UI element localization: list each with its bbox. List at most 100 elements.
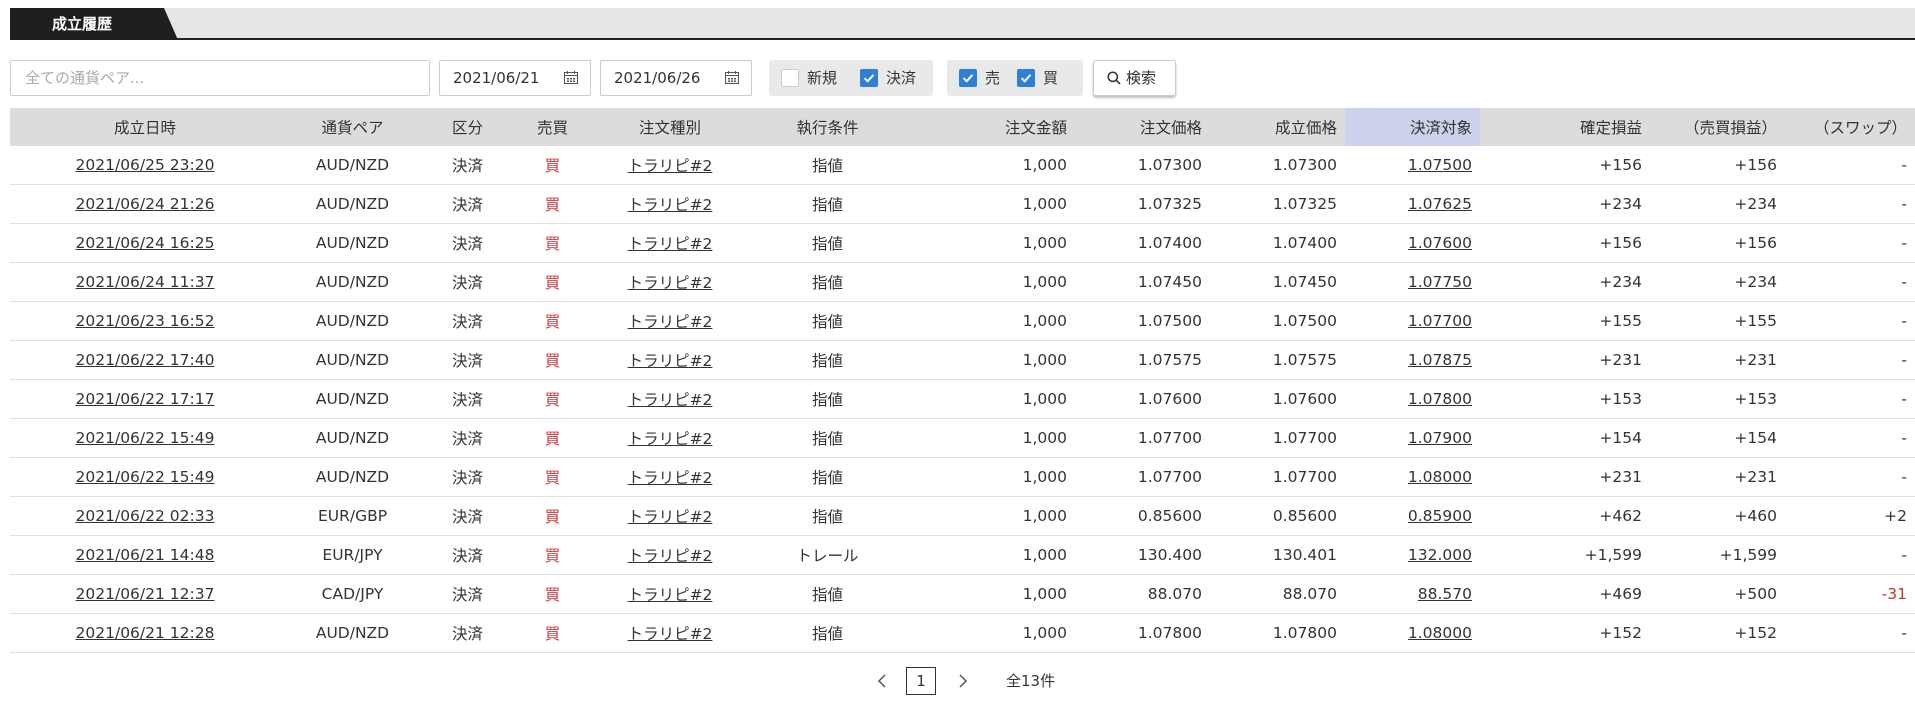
- pagination: 1 全13件: [0, 667, 1915, 697]
- swap: -: [1785, 535, 1915, 575]
- side: 買: [510, 301, 595, 341]
- col-header-order-price[interactable]: 注文価格: [1075, 108, 1210, 146]
- order-type-link[interactable]: トラリピ#2: [595, 262, 745, 302]
- executed-price: 1.07500: [1210, 301, 1345, 341]
- order-type-link[interactable]: トラリピ#2: [595, 418, 745, 458]
- new-label[interactable]: 新規: [807, 60, 837, 96]
- col-header-executed-at[interactable]: 成立日時: [10, 108, 280, 146]
- currency-pair: AUD/NZD: [280, 379, 425, 419]
- col-header-executed-price[interactable]: 成立価格: [1210, 108, 1345, 146]
- executed-at-link[interactable]: 2021/06/21 14:48: [10, 535, 280, 575]
- settlement-target-link[interactable]: 132.000: [1345, 535, 1480, 575]
- currency-pair: AUD/NZD: [280, 223, 425, 263]
- chevron-right-icon[interactable]: [955, 671, 971, 691]
- currency-pair: AUD/NZD: [280, 457, 425, 497]
- trading-pl: +231: [1650, 457, 1785, 497]
- order-amount: 1,000: [910, 574, 1075, 614]
- col-header-side[interactable]: 売買: [510, 108, 595, 146]
- new-checkbox[interactable]: [781, 69, 799, 87]
- order-type-link[interactable]: トラリピ#2: [595, 223, 745, 263]
- search-icon: [1107, 71, 1121, 85]
- order-type-filter: 新規 決済: [769, 60, 933, 96]
- settlement-target-link[interactable]: 1.07750: [1345, 262, 1480, 302]
- table-row: 2021/06/24 16:25 AUD/NZD 決済買トラリピ#2 指値 1,000 1…: [10, 223, 1915, 263]
- calendar-icon[interactable]: [725, 71, 739, 84]
- executed-at-link[interactable]: 2021/06/22 15:49: [10, 418, 280, 458]
- executed-at-link[interactable]: 2021/06/22 15:49: [10, 457, 280, 497]
- date-to-field[interactable]: 2021/06/26: [600, 60, 752, 96]
- search-button[interactable]: 検索: [1093, 60, 1176, 96]
- settlement-target-link[interactable]: 1.07700: [1345, 301, 1480, 341]
- settlement-target-link[interactable]: 1.07900: [1345, 418, 1480, 458]
- calendar-icon[interactable]: [564, 71, 578, 84]
- chevron-left-icon[interactable]: [874, 671, 890, 691]
- category: 決済: [425, 574, 510, 614]
- buy-label[interactable]: 買: [1043, 60, 1058, 96]
- executed-at-link[interactable]: 2021/06/25 23:20: [10, 146, 280, 185]
- col-header-settlement-target[interactable]: 決済対象: [1345, 108, 1480, 146]
- order-type-link[interactable]: トラリピ#2: [595, 340, 745, 380]
- col-header-swap[interactable]: （スワップ）: [1785, 108, 1915, 146]
- category: 決済: [425, 223, 510, 263]
- executed-at-link[interactable]: 2021/06/24 16:25: [10, 223, 280, 263]
- order-type-link[interactable]: トラリピ#2: [595, 379, 745, 419]
- close-checkbox[interactable]: [860, 69, 878, 87]
- order-type-link[interactable]: トラリピ#2: [595, 301, 745, 341]
- settlement-target-link[interactable]: 88.570: [1345, 574, 1480, 614]
- settlement-target-link[interactable]: 1.07800: [1345, 379, 1480, 419]
- executed-at-link[interactable]: 2021/06/22 17:40: [10, 340, 280, 380]
- category: 決済: [425, 613, 510, 653]
- order-type-link[interactable]: トラリピ#2: [595, 613, 745, 653]
- sell-checkbox[interactable]: [959, 69, 977, 87]
- buy-checkbox[interactable]: [1017, 69, 1035, 87]
- date-from-field[interactable]: 2021/06/21: [439, 60, 591, 96]
- executed-at-link[interactable]: 2021/06/23 16:52: [10, 301, 280, 341]
- table-row: 2021/06/24 21:26 AUD/NZD 決済買トラリピ#2 指値 1,000 1…: [10, 184, 1915, 224]
- settlement-target-link[interactable]: 1.07500: [1345, 146, 1480, 185]
- order-type-link[interactable]: トラリピ#2: [595, 457, 745, 497]
- col-header-category[interactable]: 区分: [425, 108, 510, 146]
- order-type-link[interactable]: トラリピ#2: [595, 535, 745, 575]
- order-type-link[interactable]: トラリピ#2: [595, 184, 745, 224]
- order-price: 1.07450: [1075, 262, 1210, 302]
- settlement-target-link[interactable]: 1.07875: [1345, 340, 1480, 380]
- executed-at-link[interactable]: 2021/06/22 17:17: [10, 379, 280, 419]
- executed-at-link[interactable]: 2021/06/22 02:33: [10, 496, 280, 536]
- currency-pair: AUD/NZD: [280, 340, 425, 380]
- order-type-link[interactable]: トラリピ#2: [595, 146, 745, 185]
- col-header-realized-pl[interactable]: 確定損益: [1480, 108, 1650, 146]
- col-header-order-type[interactable]: 注文種別: [595, 108, 745, 146]
- side: 買: [510, 379, 595, 419]
- order-amount: 1,000: [910, 223, 1075, 263]
- order-amount: 1,000: [910, 379, 1075, 419]
- settlement-target-link[interactable]: 1.08000: [1345, 613, 1480, 653]
- table-row: 2021/06/24 11:37 AUD/NZD 決済買トラリピ#2 指値 1,000 1…: [10, 262, 1915, 302]
- executed-at-link[interactable]: 2021/06/24 11:37: [10, 262, 280, 302]
- order-type-link[interactable]: トラリピ#2: [595, 574, 745, 614]
- settlement-target-link[interactable]: 1.07600: [1345, 223, 1480, 263]
- order-type-link[interactable]: トラリピ#2: [595, 496, 745, 536]
- sell-label[interactable]: 売: [985, 60, 1000, 96]
- close-label[interactable]: 決済: [886, 60, 916, 96]
- executed-at-link[interactable]: 2021/06/21 12:28: [10, 613, 280, 653]
- col-header-currency-pair[interactable]: 通貨ペア: [280, 108, 425, 146]
- executed-at-link[interactable]: 2021/06/24 21:26: [10, 184, 280, 224]
- currency-pair: AUD/NZD: [280, 301, 425, 341]
- settlement-target-link[interactable]: 1.07625: [1345, 184, 1480, 224]
- executed-at-link[interactable]: 2021/06/21 12:37: [10, 574, 280, 614]
- col-header-execution-condition[interactable]: 執行条件: [745, 108, 910, 146]
- col-header-order-amount[interactable]: 注文金額: [910, 108, 1075, 146]
- order-price: 1.07700: [1075, 418, 1210, 458]
- category: 決済: [425, 535, 510, 575]
- page-number-current[interactable]: 1: [906, 667, 936, 695]
- tab-execution-history[interactable]: 成立履歴: [10, 8, 178, 40]
- col-header-trading-pl[interactable]: （売買損益）: [1650, 108, 1785, 146]
- swap: -: [1785, 223, 1915, 263]
- settlement-target-link[interactable]: 0.85900: [1345, 496, 1480, 536]
- settlement-target-link[interactable]: 1.08000: [1345, 457, 1480, 497]
- execution-condition: 指値: [745, 340, 910, 380]
- currency-pair-search-input[interactable]: [10, 60, 430, 96]
- order-amount: 1,000: [910, 262, 1075, 302]
- swap: -: [1785, 340, 1915, 380]
- category: 決済: [425, 340, 510, 380]
